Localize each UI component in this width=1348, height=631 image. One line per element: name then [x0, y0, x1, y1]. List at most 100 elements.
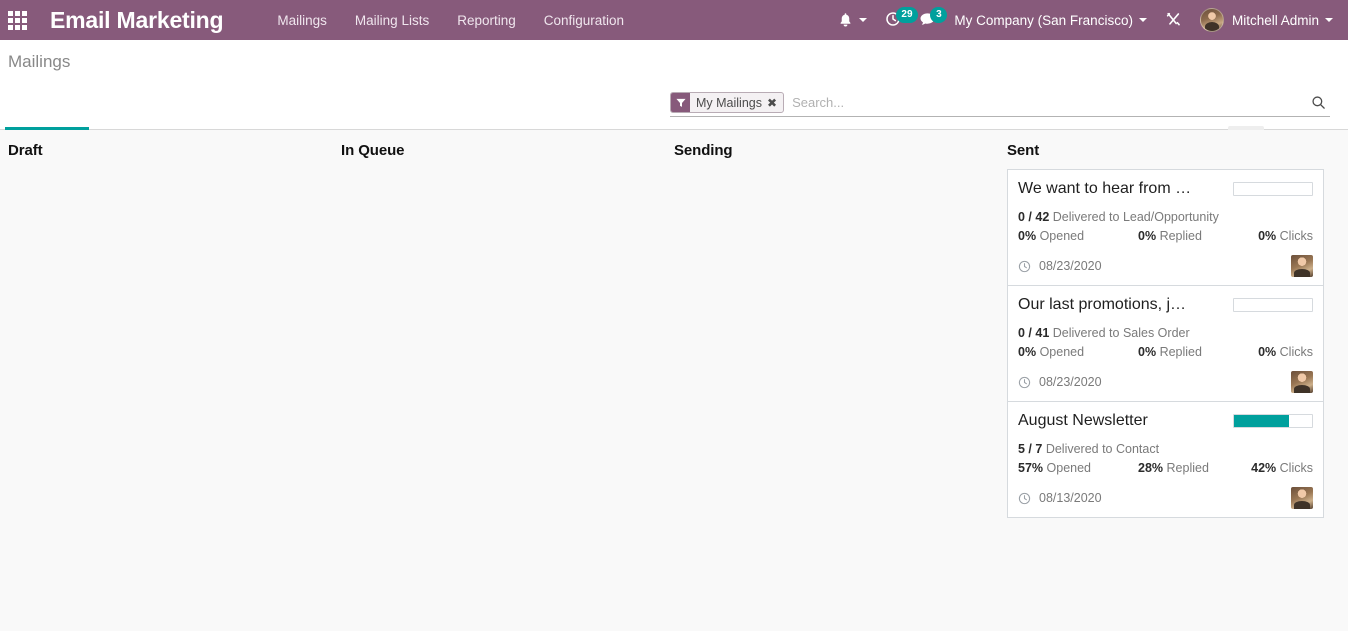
kanban-card-stats: 0 / 42 Delivered to Lead/Opportunity 0% … [1018, 209, 1313, 245]
delivered-count: 0 / 42 [1018, 210, 1050, 224]
filter-funnel-icon [671, 93, 690, 112]
search-view: My Mailings ✖ [670, 92, 1330, 117]
top-navbar: Email Marketing Mailings Mailing Lists R… [0, 0, 1348, 40]
apps-grid-icon [7, 10, 27, 30]
replied-value: 0% [1138, 345, 1157, 359]
kanban-card[interactable]: We want to hear from … 0 / 42 Delivered … [1007, 169, 1324, 285]
opened-value: 0% [1018, 229, 1037, 243]
avatar [1199, 8, 1224, 32]
user-menu-button[interactable]: Mitchell Admin [1191, 0, 1342, 40]
breadcrumb[interactable]: Mailings [8, 52, 70, 72]
clicks-value: 0% [1258, 229, 1277, 243]
replied-value: 28% [1138, 461, 1164, 475]
date-text: 08/23/2020 [1039, 375, 1102, 389]
kanban-card-footer: 08/13/2020 [1018, 487, 1313, 509]
clock-icon [1018, 260, 1031, 273]
developer-tools-button[interactable] [1156, 0, 1191, 40]
navbar-right-group: 29 3 My Company (San Francisco) Mitchell… [829, 0, 1342, 40]
delivered-label: Delivered to Contact [1045, 442, 1160, 456]
kanban-card-header: August Newsletter [1018, 412, 1313, 430]
kanban-column-sent: Sent We want to hear from … 0 / 42 Deliv… [999, 130, 1332, 631]
kanban-card-footer: 08/23/2020 [1018, 255, 1313, 277]
kanban-card-title: Our last promotions, j… [1018, 296, 1187, 313]
engagement-line: 0% Opened 0% Replied 0% Clicks [1018, 343, 1313, 361]
close-icon[interactable]: ✖ [766, 93, 783, 112]
chevron-down-icon [1325, 18, 1333, 22]
kanban-columns: Draft In Queue Sending Sent We want to h… [0, 130, 1348, 631]
menu-item-mailing-lists[interactable]: Mailing Lists [341, 2, 443, 39]
clicks-label: Clicks [1279, 229, 1313, 243]
clicks-value: 42% [1251, 461, 1277, 475]
delivered-label: Delivered to Sales Order [1052, 326, 1190, 340]
kanban-view: Draft In Queue Sending Sent We want to h… [0, 130, 1348, 631]
kanban-card-footer: 08/23/2020 [1018, 371, 1313, 393]
kanban-card[interactable]: Our last promotions, j… 0 / 41 Delivered… [1007, 285, 1324, 401]
company-switcher[interactable]: My Company (San Francisco) [945, 0, 1156, 40]
kanban-column-body[interactable]: We want to hear from … 0 / 42 Delivered … [1007, 169, 1324, 518]
avatar[interactable] [1291, 371, 1313, 393]
avatar[interactable] [1291, 487, 1313, 509]
kanban-card-title: We want to hear from … [1018, 180, 1192, 197]
kanban-column-draft: Draft [0, 130, 333, 631]
search-icon[interactable] [1307, 95, 1330, 110]
clicks-stat: 0% Clicks [1248, 343, 1313, 361]
activities-button[interactable]: 29 [876, 0, 918, 40]
control-panel: Mailings CREATE IMPORT My Mailings ✖ Fil… [0, 40, 1348, 158]
opened-label: Opened [1046, 461, 1091, 475]
kanban-card-header: Our last promotions, j… [1018, 296, 1313, 314]
delivery-progress-bar [1233, 182, 1313, 196]
clicks-label: Clicks [1279, 461, 1313, 475]
menu-item-configuration[interactable]: Configuration [530, 2, 638, 39]
replied-value: 0% [1138, 229, 1157, 243]
clicks-label: Clicks [1279, 345, 1313, 359]
schedule-date: 08/23/2020 [1018, 259, 1102, 273]
replied-label: Replied [1159, 229, 1202, 243]
replied-stat: 0% Replied [1138, 343, 1248, 361]
opened-value: 0% [1018, 345, 1037, 359]
delivered-line: 0 / 42 Delivered to Lead/Opportunity [1018, 209, 1313, 226]
clock-icon [1018, 376, 1031, 389]
search-input[interactable] [784, 93, 1307, 112]
search-facet-my-mailings[interactable]: My Mailings ✖ [670, 92, 785, 113]
user-name: Mitchell Admin [1231, 12, 1319, 28]
kanban-column-title[interactable]: Sent [1007, 130, 1324, 169]
notifications-button[interactable] [829, 0, 876, 40]
kanban-card-stats: 5 / 7 Delivered to Contact 57% Opened 28… [1018, 441, 1313, 477]
delivered-count: 5 / 7 [1018, 442, 1043, 456]
clicks-stat: 42% Clicks [1248, 459, 1313, 477]
date-text: 08/23/2020 [1039, 259, 1102, 273]
kanban-column-sending: Sending [666, 130, 999, 631]
kanban-card[interactable]: August Newsletter 5 / 7 Delivered to Con… [1007, 401, 1324, 518]
engagement-line: 0% Opened 0% Replied 0% Clicks [1018, 227, 1313, 245]
clock-icon [1018, 492, 1031, 505]
menu-item-reporting[interactable]: Reporting [443, 2, 530, 39]
clicks-stat: 0% Clicks [1248, 227, 1313, 245]
kanban-column-title[interactable]: Draft [8, 130, 325, 169]
kanban-column-title[interactable]: Sending [674, 130, 991, 169]
messages-button[interactable]: 3 [910, 0, 948, 40]
schedule-date: 08/13/2020 [1018, 491, 1102, 505]
kanban-column-in-queue: In Queue [333, 130, 666, 631]
opened-stat: 0% Opened [1018, 227, 1138, 245]
kanban-column-title[interactable]: In Queue [341, 130, 658, 169]
company-name: My Company (San Francisco) [954, 12, 1133, 28]
delivery-progress-bar [1233, 414, 1313, 428]
kanban-card-header: We want to hear from … [1018, 180, 1313, 198]
opened-value: 57% [1018, 461, 1044, 475]
search-facet-label: My Mailings [696, 95, 762, 110]
chevron-down-icon [1138, 18, 1147, 22]
delivery-progress-bar [1233, 298, 1313, 312]
replied-label: Replied [1166, 461, 1209, 475]
replied-label: Replied [1159, 345, 1202, 359]
kanban-card-title: August Newsletter [1018, 412, 1148, 429]
kanban-card-stats: 0 / 41 Delivered to Sales Order 0% Opene… [1018, 325, 1313, 361]
opened-label: Opened [1039, 229, 1085, 243]
opened-stat: 57% Opened [1018, 459, 1138, 477]
chevron-down-icon [859, 18, 868, 22]
replied-stat: 28% Replied [1138, 459, 1248, 477]
tools-icon [1165, 11, 1182, 30]
menu-item-mailings[interactable]: Mailings [263, 2, 341, 39]
apps-menu-button[interactable] [0, 0, 34, 40]
app-brand-title[interactable]: Email Marketing [50, 7, 224, 34]
avatar[interactable] [1291, 255, 1313, 277]
